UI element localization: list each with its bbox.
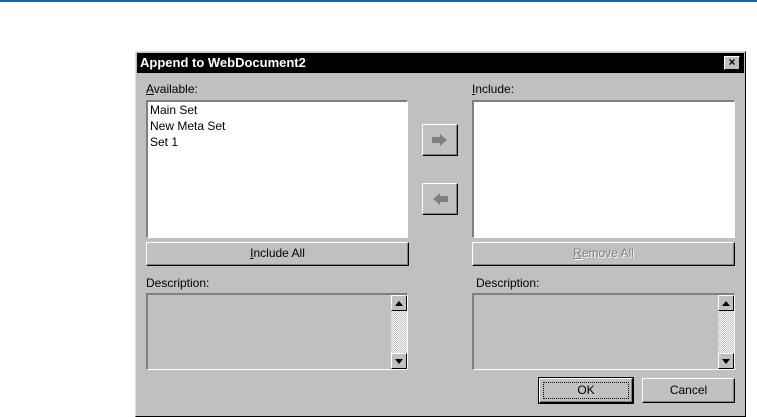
list-item[interactable]: New Meta Set — [148, 118, 407, 134]
left-description-box — [146, 293, 408, 370]
move-left-button[interactable] — [422, 183, 458, 215]
right-description-label: Description: — [476, 276, 540, 290]
scroll-down-button[interactable] — [718, 353, 734, 369]
right-description-box — [472, 293, 735, 370]
title-bar: Append to WebDocument2 × — [137, 53, 744, 73]
arrow-left-icon — [433, 193, 448, 205]
triangle-down-icon — [395, 358, 403, 364]
remove-all-button[interactable]: Remove All — [472, 242, 735, 266]
focus-rectangle — [543, 382, 629, 399]
left-description-label: Description: — [146, 276, 210, 290]
triangle-up-icon — [395, 300, 403, 306]
triangle-down-icon — [722, 358, 730, 364]
available-label: Available: — [146, 82, 198, 96]
include-list[interactable] — [472, 100, 735, 238]
ok-button[interactable]: OK — [538, 377, 634, 404]
scroll-up-button[interactable] — [391, 295, 407, 311]
move-right-button[interactable] — [422, 124, 458, 156]
triangle-up-icon — [722, 300, 730, 306]
append-dialog: Append to WebDocument2 × Available: Main… — [135, 51, 746, 417]
cancel-button[interactable]: Cancel — [642, 378, 735, 403]
close-icon: × — [728, 55, 736, 69]
list-item[interactable]: Set 1 — [148, 134, 407, 150]
dialog-title: Append to WebDocument2 — [140, 55, 306, 70]
include-label: Include: — [472, 82, 515, 96]
list-item[interactable]: Main Set — [148, 102, 407, 118]
arrow-right-icon — [432, 134, 447, 146]
scroll-down-button[interactable] — [391, 353, 407, 369]
available-list[interactable]: Main Set New Meta Set Set 1 — [146, 100, 408, 238]
left-description-scrollbar[interactable] — [391, 295, 407, 369]
scroll-up-button[interactable] — [718, 295, 734, 311]
right-description-scrollbar[interactable] — [718, 295, 734, 369]
top-accent-rule — [0, 0, 757, 2]
close-button[interactable]: × — [724, 56, 740, 70]
include-all-button[interactable]: Include All — [146, 242, 409, 266]
